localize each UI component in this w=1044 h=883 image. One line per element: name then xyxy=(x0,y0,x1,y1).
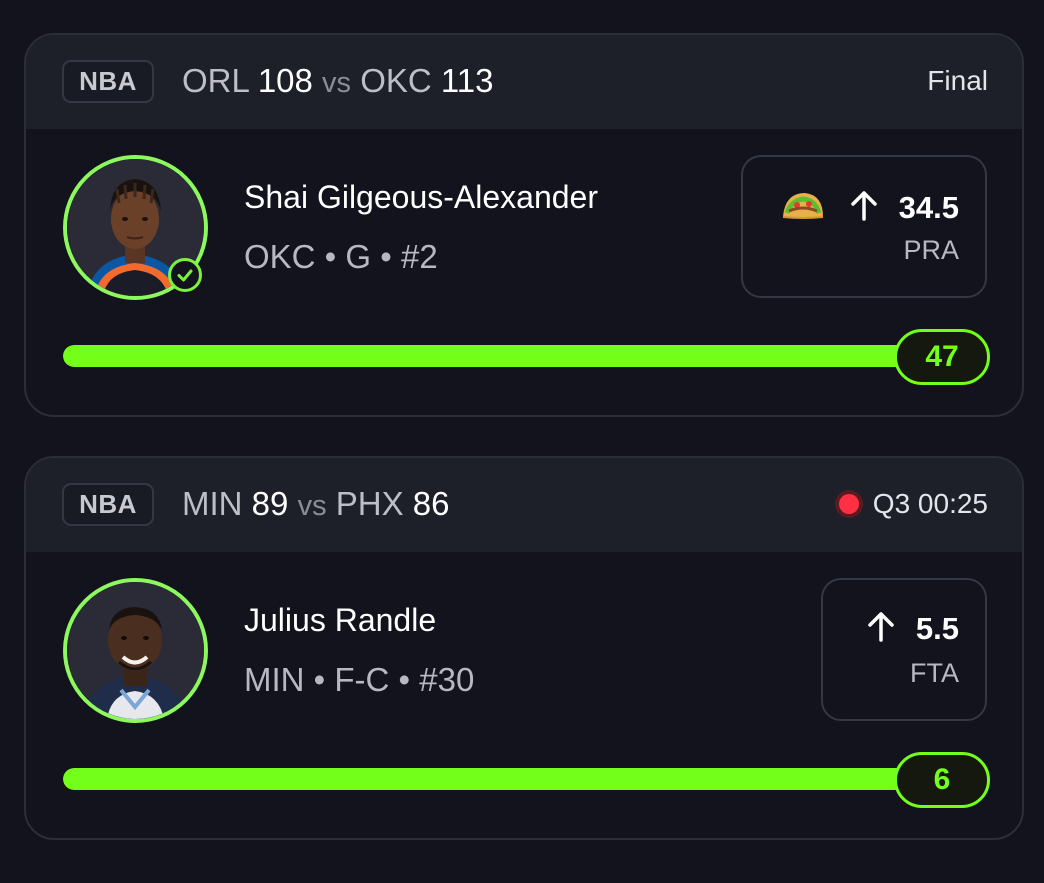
vs-label: vs xyxy=(322,67,352,99)
home-score: 108 xyxy=(257,62,313,99)
game-status-text: Final xyxy=(927,65,988,96)
progress-bar-fill xyxy=(63,768,963,790)
game-status: Q3 00:25 xyxy=(838,486,988,522)
player-name[interactable]: Shai Gilgeous-Alexander xyxy=(244,178,598,216)
prop-card[interactable]: NBA ORL 108 vs OKC 113 Final Shai Gilgeo… xyxy=(24,33,1024,417)
game-matchup: MIN 89 vs PHX 86 xyxy=(182,484,449,526)
player-avatar[interactable] xyxy=(63,578,208,723)
taco-icon xyxy=(779,187,827,228)
progress-bar xyxy=(63,768,963,790)
prop-stat-label: PRA xyxy=(903,235,959,265)
prop-line: 5.5 xyxy=(866,610,959,647)
prop-stat-label: FTA xyxy=(910,658,959,688)
headshot-graphic xyxy=(67,582,204,719)
away-team: OKC xyxy=(360,62,432,99)
vs-label: vs xyxy=(297,490,327,522)
league-badge: NBA xyxy=(62,483,154,526)
arrow-up-icon xyxy=(866,610,896,647)
player-headshot xyxy=(63,578,208,723)
game-header: NBA MIN 89 vs PHX 86 Q3 00:25 xyxy=(26,458,1022,552)
prop-line-box[interactable]: 34.5 PRA xyxy=(741,155,987,298)
progress-bar-fill xyxy=(63,345,963,367)
player-meta: MIN • F-C • #30 xyxy=(244,661,475,698)
game-status: Final xyxy=(927,63,988,99)
player-meta: OKC • G • #2 xyxy=(244,238,438,275)
arrow-up-icon xyxy=(849,189,879,226)
league-badge: NBA xyxy=(62,60,154,103)
home-score: 89 xyxy=(251,485,289,522)
check-circle-icon xyxy=(168,258,202,292)
game-matchup: ORL 108 vs OKC 113 xyxy=(182,61,494,103)
home-team: ORL xyxy=(182,62,249,99)
player-avatar[interactable] xyxy=(63,155,208,300)
prop-card[interactable]: NBA MIN 89 vs PHX 86 Q3 00:25 Julius Ran… xyxy=(24,456,1024,840)
player-name[interactable]: Julius Randle xyxy=(244,601,436,639)
progress-value-pill: 47 xyxy=(894,329,990,385)
away-score: 113 xyxy=(440,62,494,99)
prop-line: 34.5 xyxy=(779,187,959,228)
home-team: MIN xyxy=(182,485,243,522)
prop-line-box[interactable]: 5.5 FTA xyxy=(821,578,987,721)
away-team: PHX xyxy=(335,485,404,522)
progress-bar xyxy=(63,345,963,367)
prop-line-value: 34.5 xyxy=(898,189,959,225)
prop-line-value: 5.5 xyxy=(915,610,959,646)
live-indicator-icon xyxy=(838,494,859,514)
game-header: NBA ORL 108 vs OKC 113 Final xyxy=(26,35,1022,129)
away-score: 86 xyxy=(412,485,450,522)
progress-value-pill: 6 xyxy=(894,752,990,808)
game-status-text: Q3 00:25 xyxy=(872,488,988,519)
